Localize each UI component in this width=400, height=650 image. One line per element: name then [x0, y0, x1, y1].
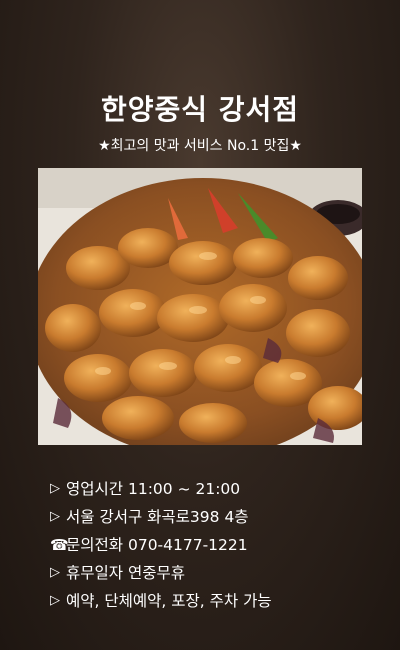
- triangle-bullet-icon: ▷: [50, 481, 60, 496]
- phone-row[interactable]: ☎ 문의전화 070-4177-1221: [50, 531, 380, 559]
- food-photo-image: [38, 168, 362, 445]
- business-hours-row: ▷ 영업시간 11:00 ~ 21:00: [50, 475, 380, 503]
- phone-text[interactable]: 문의전화 070-4177-1221: [66, 531, 248, 559]
- triangle-bullet-icon: ▷: [50, 565, 60, 580]
- address-text: 서울 강서구 화곡로398 4층: [66, 508, 249, 526]
- triangle-bullet-icon: ▷: [50, 509, 60, 524]
- phone-icon: ☎: [50, 536, 69, 554]
- business-hours-text: 영업시간 11:00 ~ 21:00: [66, 480, 241, 498]
- services-text: 예약, 단체예약, 포장, 주차 가능: [66, 592, 272, 610]
- holiday-row: ▷ 휴무일자 연중무휴: [50, 559, 380, 587]
- food-photo: [38, 168, 362, 445]
- holiday-text: 휴무일자 연중무휴: [66, 564, 186, 582]
- restaurant-title: 한양중식 강서점: [100, 93, 300, 126]
- restaurant-info-list: ▷ 영업시간 11:00 ~ 21:00 ▷ 서울 강서구 화곡로398 4층 …: [50, 475, 380, 615]
- services-row: ▷ 예약, 단체예약, 포장, 주차 가능: [50, 587, 380, 615]
- restaurant-slogan: ★최고의 맛과 서비스 No.1 맛집★: [98, 138, 302, 154]
- triangle-bullet-icon: ▷: [50, 593, 60, 608]
- address-row: ▷ 서울 강서구 화곡로398 4층: [50, 503, 380, 531]
